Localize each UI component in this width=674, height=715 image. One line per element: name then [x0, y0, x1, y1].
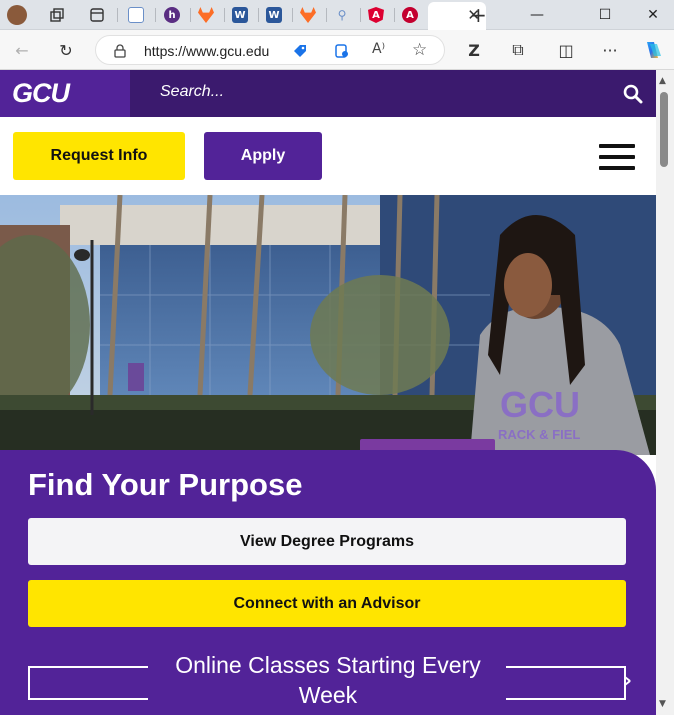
apply-button[interactable]: Apply — [204, 132, 322, 180]
hoodie-logo-text: GCU — [500, 384, 580, 425]
profile-avatar[interactable] — [4, 4, 30, 26]
tab-search[interactable]: ⚲ — [329, 4, 355, 26]
tab-word-2[interactable]: W — [261, 4, 287, 26]
tab-word-1[interactable]: W — [227, 4, 253, 26]
connect-advisor-button[interactable]: Connect with an Advisor — [28, 580, 626, 627]
request-info-button[interactable]: Request Info — [13, 132, 185, 180]
puzzle-icon: ⧉ — [512, 40, 524, 59]
copilot-icon — [647, 42, 661, 58]
close-window-button[interactable]: ✕ — [634, 0, 672, 30]
app-available-icon[interactable] — [334, 43, 350, 59]
cta-bar: Request Info Apply — [0, 117, 656, 195]
refresh-icon: ↻ — [59, 40, 73, 60]
tab-angular-2[interactable]: A — [397, 4, 423, 26]
new-tab-button[interactable]: + — [470, 3, 487, 27]
read-aloud-icon[interactable]: A⁾ — [372, 41, 385, 57]
tab-gitlab-1[interactable] — [193, 4, 219, 26]
h-site-icon: h — [164, 7, 180, 23]
maximize-button[interactable]: ☐ — [586, 0, 624, 30]
split-screen-icon: ◫ — [558, 40, 574, 60]
site-header: GCU Search... — [0, 70, 656, 117]
zotero-extension-button[interactable]: Z — [462, 38, 486, 62]
back-arrow-icon: ← — [15, 40, 29, 60]
tab-document[interactable] — [123, 4, 149, 26]
angular-icon: A — [368, 7, 384, 23]
gcu-logo[interactable]: GCU — [0, 70, 130, 117]
tab-gitlab-2[interactable] — [295, 4, 321, 26]
back-button[interactable]: ← — [10, 38, 34, 62]
campus-photo: GCU RACK & FIEL — [0, 195, 656, 455]
refresh-button[interactable]: ↻ — [54, 38, 78, 62]
url-text: https://www.gcu.edu — [144, 43, 270, 59]
avatar-icon — [7, 5, 27, 25]
workspaces-button[interactable] — [44, 4, 70, 26]
chevron-right-icon: › — [623, 668, 632, 692]
decorative-frame-left — [28, 666, 148, 700]
word-icon: W — [266, 7, 282, 23]
more-dots-icon: ··· — [602, 40, 618, 60]
settings-more-button[interactable]: ··· — [598, 38, 622, 62]
online-classes-link[interactable]: Online Classes Starting Every Week › — [28, 650, 632, 710]
site-search-input[interactable]: Search... — [160, 83, 224, 101]
scroll-down-icon[interactable]: ▼ — [659, 699, 666, 709]
copilot-button[interactable] — [640, 38, 664, 62]
search-tab-icon: ⚲ — [337, 8, 347, 22]
view-degree-programs-button[interactable]: View Degree Programs — [28, 518, 626, 565]
document-icon — [128, 7, 144, 23]
extensions-button[interactable]: ⧉ — [506, 38, 530, 62]
scrollbar-thumb[interactable] — [660, 92, 668, 167]
gitlab-icon — [300, 7, 316, 23]
word-icon: W — [232, 7, 248, 23]
scroll-up-icon[interactable]: ▲ — [659, 76, 666, 86]
favorite-star-icon[interactable]: ☆ — [412, 40, 427, 60]
coupon-tag-icon[interactable] — [292, 43, 308, 59]
zotero-icon: Z — [468, 40, 480, 60]
hero-cta-panel: Find Your Purpose View Degree Programs C… — [0, 450, 656, 715]
logo-text: GCU — [12, 78, 70, 108]
decorative-frame-right — [506, 666, 626, 700]
tab-angular-1[interactable]: A — [363, 4, 389, 26]
browser-toolbar: ← ↻ https://www.gcu.edu A⁾ ☆ Z ⧉ ◫ ··· — [0, 30, 674, 70]
hamburger-menu-icon[interactable] — [599, 144, 635, 170]
search-icon[interactable] — [622, 83, 644, 105]
page-scrollbar[interactable]: ▲ ▼ — [656, 70, 674, 715]
hero-image: GCU RACK & FIEL — [0, 195, 656, 455]
tab-actions-icon — [90, 8, 104, 22]
address-bar[interactable]: https://www.gcu.edu A⁾ ☆ — [95, 35, 445, 65]
tab-h-site[interactable]: h — [159, 4, 185, 26]
tab-actions-button[interactable] — [84, 4, 110, 26]
browser-tab-strip: h W W ⚲ A A ✕ + — ☐ ✕ — [0, 0, 674, 30]
workspaces-icon — [50, 8, 64, 22]
page-title: Find Your Purpose — [28, 467, 303, 502]
webpage-viewport: GCU Search... Request Info Apply GCU RAC… — [0, 70, 656, 715]
minimize-button[interactable]: — — [518, 0, 556, 30]
gitlab-icon — [198, 7, 214, 23]
lock-icon — [114, 44, 126, 58]
online-classes-text: Online Classes Starting Every Week — [175, 652, 481, 708]
split-screen-button[interactable]: ◫ — [554, 38, 578, 62]
angular-icon: A — [402, 7, 418, 23]
hoodie-sub-text: RACK & FIEL — [498, 427, 580, 442]
